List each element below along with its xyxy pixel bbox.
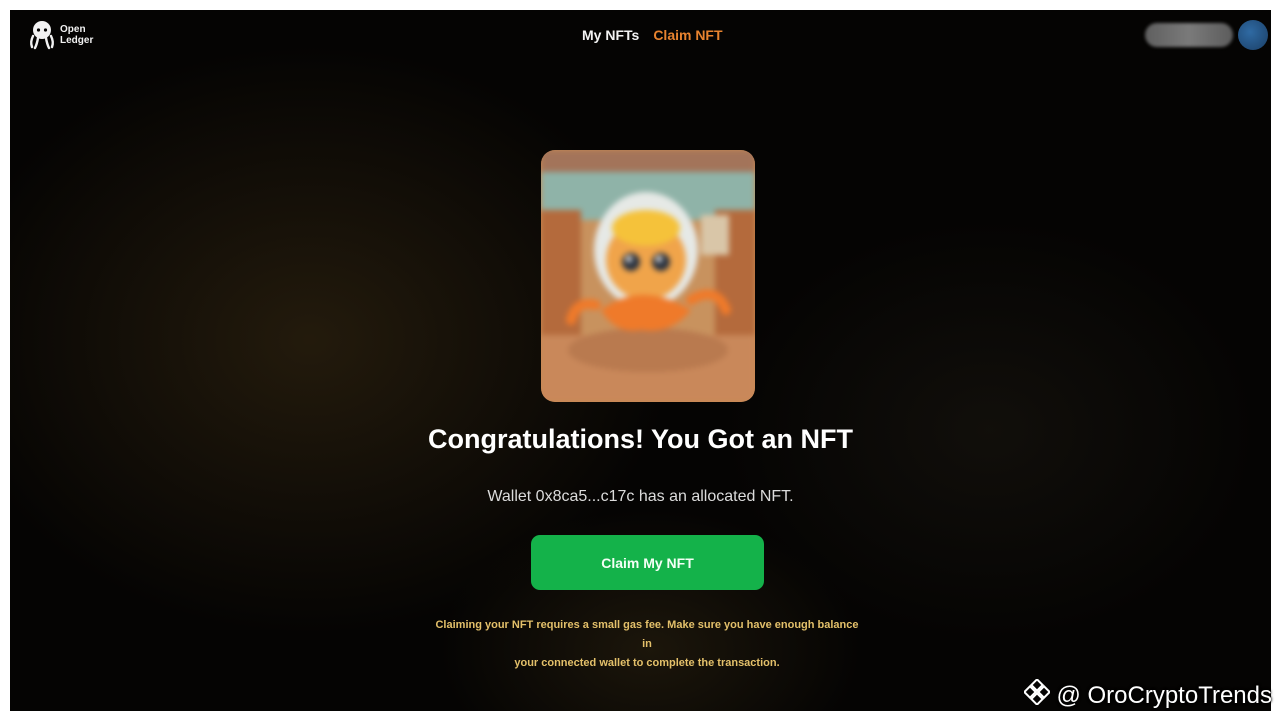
gas-fee-note-line1: Claiming your NFT requires a small gas f… xyxy=(435,619,859,650)
wallet-allocation-text: Wallet 0x8ca5...c17c has an allocated NF… xyxy=(487,488,794,505)
brand-name-line2: Ledger xyxy=(60,35,94,46)
watermark-text: @ OroCryptoTrends xyxy=(1056,681,1272,709)
app-screen: Open Ledger My NFTs Claim NFT Congratula… xyxy=(10,10,1271,711)
octopus-icon xyxy=(28,20,56,50)
watermark: @ OroCryptoTrends xyxy=(1023,677,1272,712)
wallet-address-pill[interactable] xyxy=(1145,23,1233,47)
gas-fee-note: Claiming your NFT requires a small gas f… xyxy=(430,616,864,673)
page-title: Congratulations! You Got an NFT xyxy=(428,424,853,454)
top-nav: My NFTs Claim NFT xyxy=(582,27,723,43)
brand-name: Open Ledger xyxy=(60,24,100,46)
binance-square-icon xyxy=(1023,677,1052,712)
nav-claim-nft[interactable]: Claim NFT xyxy=(653,27,722,43)
claim-my-nft-button[interactable]: Claim My NFT xyxy=(531,535,764,590)
gas-fee-note-line2: your connected wallet to complete the tr… xyxy=(514,657,780,669)
nav-my-nfts[interactable]: My NFTs xyxy=(582,27,639,43)
brand-name-line1: Open xyxy=(60,24,86,35)
open-ledger-logo[interactable]: Open Ledger xyxy=(28,20,100,50)
avatar[interactable] xyxy=(1238,20,1268,50)
nft-image xyxy=(541,150,755,402)
